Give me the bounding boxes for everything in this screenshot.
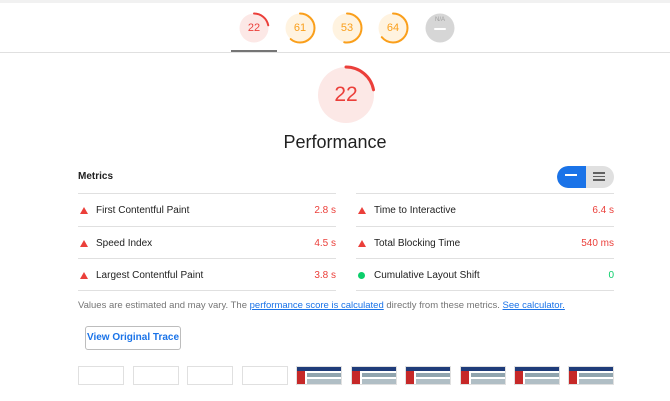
frame-thumbnail-part bbox=[297, 371, 305, 384]
score-tab-4[interactable]: N/A bbox=[424, 12, 456, 44]
metric-name: Speed Index bbox=[96, 237, 153, 249]
filmstrip-frame bbox=[78, 366, 124, 385]
left-metric-row: Largest Contentful Paint 3.8 s bbox=[78, 258, 336, 291]
frame-thumbnail-part bbox=[569, 371, 577, 384]
filmstrip-frame bbox=[459, 366, 506, 385]
compact-list-icon bbox=[565, 174, 577, 178]
fail-triangle-icon bbox=[80, 272, 88, 279]
frame-thumbnail-part bbox=[351, 371, 360, 384]
active-tab-indicator bbox=[231, 50, 277, 52]
frame-thumbnail-part bbox=[525, 373, 559, 377]
score-tab-2[interactable]: 53 bbox=[331, 12, 363, 44]
frame-thumbnail-part bbox=[460, 371, 469, 384]
frame-thumbnail-part bbox=[416, 379, 450, 384]
frame-thumbnail-part bbox=[416, 373, 450, 377]
fail-triangle-icon bbox=[80, 207, 88, 214]
right-metric-row: Cumulative Layout Shift 0 bbox=[356, 258, 614, 291]
frame-thumbnail-part bbox=[307, 373, 341, 377]
frame-thumbnail-part bbox=[579, 373, 613, 377]
expanded-list-icon[interactable] bbox=[593, 172, 605, 183]
score-tab-value: 64 bbox=[386, 22, 400, 34]
frame-thumbnail-part bbox=[579, 379, 613, 384]
left-metric-row: First Contentful Paint 2.8 s bbox=[78, 193, 336, 226]
filmstrip-frame bbox=[514, 366, 560, 385]
filmstrip-frame bbox=[132, 366, 179, 385]
view-original-trace-button[interactable]: View Original Trace bbox=[85, 326, 181, 350]
note-middle: directly from these metrics. bbox=[383, 300, 503, 311]
score-tab-value: 22 bbox=[247, 22, 261, 34]
category-title: Performance bbox=[283, 132, 387, 152]
filmstrip bbox=[78, 366, 614, 385]
filmstrip-frame bbox=[241, 366, 288, 385]
calculator-link[interactable]: See calculator. bbox=[503, 300, 565, 311]
metric-name: Cumulative Layout Shift bbox=[374, 270, 480, 281]
performance-score-gauge: 22 bbox=[316, 65, 376, 125]
metric-name: First Contentful Paint bbox=[96, 205, 190, 216]
metric-value: 2.8 s bbox=[314, 205, 336, 216]
right-metric-row: Time to Interactive 6.4 s bbox=[356, 193, 614, 226]
metric-name: Largest Contentful Paint bbox=[96, 270, 204, 281]
metrics-column-left: First Contentful Paint 2.8 s Speed Index 4.… bbox=[78, 193, 336, 291]
frame-thumbnail-part bbox=[470, 373, 505, 377]
frame-thumbnail-part bbox=[361, 379, 396, 384]
performance-score-value: 22 bbox=[334, 83, 358, 106]
filmstrip-frame bbox=[405, 366, 451, 385]
filmstrip-frame bbox=[568, 366, 614, 385]
frame-thumbnail-part bbox=[525, 379, 559, 384]
metric-value: 6.4 s bbox=[592, 205, 614, 216]
metric-value: 3.8 s bbox=[314, 270, 336, 281]
metric-value: 4.5 s bbox=[314, 237, 336, 249]
metric-name: Time to Interactive bbox=[374, 205, 456, 216]
metric-name: Total Blocking Time bbox=[374, 237, 461, 249]
filmstrip-frame bbox=[187, 366, 233, 385]
score-tab-value: 53 bbox=[340, 22, 354, 34]
frame-thumbnail-part bbox=[406, 371, 414, 384]
score-tab-na-label: N/A bbox=[434, 17, 445, 23]
performance-score-link[interactable]: performance score is calculated bbox=[250, 300, 384, 311]
fail-triangle-icon bbox=[80, 239, 88, 247]
left-metric-row: Speed Index 4.5 s bbox=[78, 225, 336, 259]
score-gauge-bar: 22 61 53 64 N/A bbox=[0, 0, 670, 53]
metrics-heading: Metrics bbox=[78, 171, 114, 182]
score-tab-3[interactable]: 64 bbox=[377, 12, 409, 44]
fail-triangle-icon bbox=[358, 239, 366, 247]
top-edge bbox=[0, 0, 670, 3]
frame-thumbnail-part bbox=[307, 379, 341, 384]
score-tab-0[interactable]: 22 bbox=[238, 12, 270, 44]
score-tab-1[interactable]: 61 bbox=[284, 12, 316, 44]
dash-icon bbox=[434, 28, 446, 30]
metrics-note: Values are estimated and may vary. The p… bbox=[78, 300, 565, 311]
metrics-view-toggle[interactable] bbox=[557, 166, 614, 188]
filmstrip-frame bbox=[296, 366, 342, 385]
frame-thumbnail-part bbox=[361, 373, 396, 377]
right-metric-row: Total Blocking Time 540 ms bbox=[356, 225, 614, 259]
frame-thumbnail-part bbox=[470, 379, 505, 384]
pass-circle-icon bbox=[358, 272, 365, 279]
metric-value: 540 ms bbox=[581, 237, 614, 249]
fail-triangle-icon bbox=[358, 207, 366, 214]
frame-thumbnail-part bbox=[515, 371, 523, 384]
metrics-column-right: Time to Interactive 6.4 s Total Blocking T… bbox=[356, 193, 614, 291]
note-prefix: Values are estimated and may vary. The bbox=[78, 300, 250, 311]
metric-value: 0 bbox=[608, 270, 614, 281]
score-tab-value: 61 bbox=[293, 22, 307, 34]
filmstrip-frame bbox=[350, 366, 397, 385]
